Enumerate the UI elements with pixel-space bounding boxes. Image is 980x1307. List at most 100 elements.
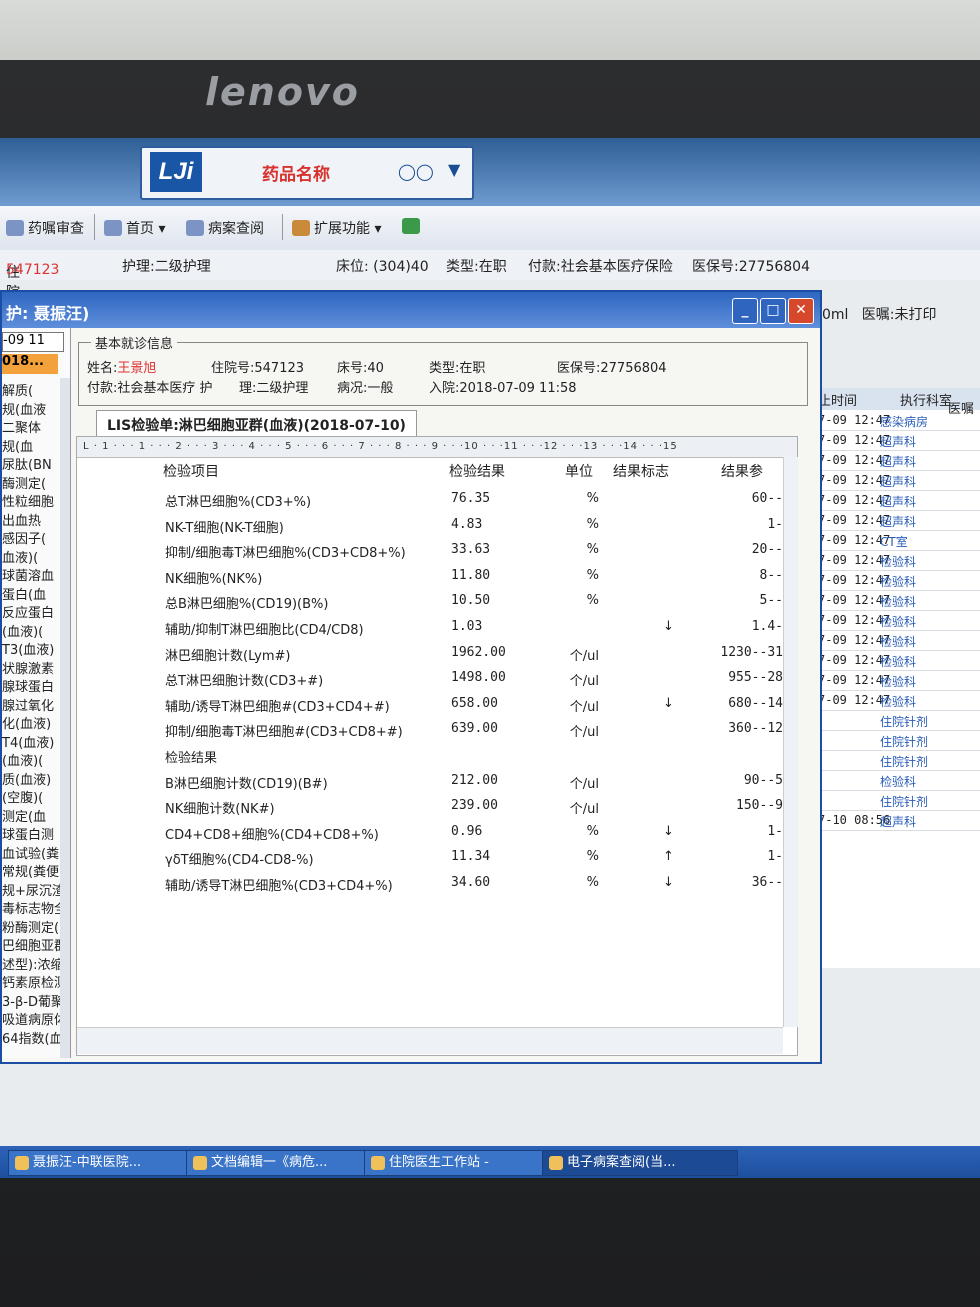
lab-list-item[interactable]: 球蛋白测 xyxy=(2,824,62,842)
cell-result: 1962.00 xyxy=(451,644,506,660)
tab-lis-report[interactable]: LIS检验单:淋巴细胞亚群(血液)(2018-07-10) xyxy=(96,410,417,439)
selected-lab-item[interactable]: 018... xyxy=(2,354,58,374)
maximize-button[interactable]: □ xyxy=(760,298,786,324)
lab-list-item[interactable]: 规+尿沉渣 xyxy=(2,880,62,898)
cell-flag: ↓ xyxy=(663,619,674,634)
cell-reference: 1- xyxy=(767,823,783,839)
lab-list-item[interactable]: 3-β-D葡聚 xyxy=(2,991,62,1009)
taskbar-item[interactable]: 文档编辑一《病危... xyxy=(186,1150,372,1176)
order-row[interactable]: 7-09 12:47 检验科 xyxy=(818,690,980,711)
lab-list-item[interactable]: T3(血液) xyxy=(2,639,62,657)
lab-list-item[interactable]: 蛋白(血 xyxy=(2,584,62,602)
lab-list-item[interactable]: 钙素原检测 xyxy=(2,972,62,990)
cell-unit: 个/ul xyxy=(569,648,599,664)
exit-icon[interactable] xyxy=(402,218,424,235)
order-row[interactable]: 住院针剂 xyxy=(818,710,980,731)
order-row[interactable]: 住院针剂 xyxy=(818,750,980,771)
puzzle-icon xyxy=(292,220,310,236)
vertical-scrollbar[interactable] xyxy=(783,457,798,1027)
taskbar-item[interactable]: 住院医生工作站 - xyxy=(364,1150,550,1176)
lab-list-item[interactable]: 腺球蛋白 xyxy=(2,676,62,694)
lab-list-item[interactable]: 血试验(粪 xyxy=(2,843,62,861)
lab-list-item[interactable]: 质(血液) xyxy=(2,769,62,787)
lab-list-item[interactable]: (血液)( xyxy=(2,621,62,639)
lab-list-item[interactable]: 球菌溶血 xyxy=(2,565,62,583)
order-row[interactable]: 7-09 12:47 检验科 xyxy=(818,650,980,671)
lab-list-item[interactable]: 性粒细胞 xyxy=(2,491,62,509)
drug-search-box[interactable]: LJi 药品名称 ◯◯ ▼ xyxy=(140,146,474,200)
lab-list-item[interactable]: 规(血 xyxy=(2,436,62,454)
lab-list-item[interactable]: 常规(粪便) xyxy=(2,861,62,879)
menu-item-home[interactable]: 首页 ▾ xyxy=(104,218,165,238)
menubar: 药嘱审查 首页 ▾ 病案查阅 扩展功能 ▾ xyxy=(0,206,980,251)
lab-list-item[interactable]: 巴细胞亚群 xyxy=(2,935,62,953)
order-row[interactable]: 7-09 12:47 超声科 xyxy=(818,470,980,491)
cell-item: 总T淋巴细胞计数(CD3+#) xyxy=(165,674,324,690)
lab-list-item[interactable]: 粉酶测定( xyxy=(2,917,62,935)
home-icon xyxy=(104,220,122,236)
order-row[interactable]: 7-09 12:47 超声科 xyxy=(818,490,980,511)
order-row[interactable]: 7-09 12:47 检验科 xyxy=(818,550,980,571)
report-document: L · 1 · · · 1 · · · 2 · · · 3 · · · 4 · … xyxy=(76,436,798,1056)
info-icon[interactable]: ◯◯ xyxy=(398,162,434,181)
lab-list-item[interactable]: 吸道病原体 xyxy=(2,1009,62,1027)
order-row[interactable]: 7-09 12:47 检验科 xyxy=(818,590,980,611)
cell-reference: 1- xyxy=(767,849,783,865)
lab-list-item[interactable]: 尿肽(BN xyxy=(2,454,62,472)
order-tab[interactable]: 医嘱 xyxy=(948,398,974,417)
lab-list-pane: -09 11 018... 解质(规(血液 二聚体 规(血 尿肽(BN 酶测定(性粒细胞… xyxy=(2,328,71,1058)
lab-list-item[interactable]: 述型):浓缩 xyxy=(2,954,62,972)
order-dept: 检验科 xyxy=(880,675,917,689)
vertical-scrollbar[interactable] xyxy=(60,378,70,1058)
lab-list-item[interactable]: 腺过氧化 xyxy=(2,695,62,713)
lab-list-item[interactable]: 64指数(血 xyxy=(2,1028,62,1046)
order-row[interactable]: 7-09 12:47 检验科 xyxy=(818,610,980,631)
order-row[interactable]: 住院针剂 xyxy=(818,790,980,811)
lab-list-item[interactable]: 规(血液 xyxy=(2,399,62,417)
menu-item-records[interactable]: 病案查阅 xyxy=(186,218,264,238)
lab-list-item[interactable]: 状腺激素 xyxy=(2,658,62,676)
lab-list-item[interactable]: 毒标志物全 xyxy=(2,898,62,916)
taskbar-item-active[interactable]: 电子病案查阅(当... xyxy=(542,1150,738,1176)
patient-name: 王景旭 xyxy=(117,361,157,376)
order-row[interactable]: 7-09 12:47 检验科 xyxy=(818,670,980,691)
lab-list-item[interactable]: 反应蛋白 xyxy=(2,602,62,620)
order-dept: 超声科 xyxy=(880,435,917,449)
lab-list-item[interactable]: 出血热 xyxy=(2,510,62,528)
drug-name-label: 药品名称 xyxy=(262,165,330,185)
dropdown-icon[interactable]: ▼ xyxy=(448,160,460,179)
order-row[interactable]: 7-09 12:47 检验科 xyxy=(818,630,980,651)
basic-info-group: 基本就诊信息 姓名:王景旭 住院号:547123 床号:40 类型:在职 医保号… xyxy=(78,333,808,406)
lab-list-item[interactable]: 感因子( xyxy=(2,528,62,546)
menu-item-review[interactable]: 药嘱审查 xyxy=(6,218,84,238)
order-row[interactable]: 7-09 12:47 超声科 xyxy=(818,430,980,451)
order-row[interactable]: 7-09 12:47 CT室 xyxy=(818,530,980,551)
order-dept: 检验科 xyxy=(880,575,917,589)
lab-list-item[interactable]: 血液)( xyxy=(2,547,62,565)
date-selector[interactable]: -09 11 xyxy=(2,332,64,352)
lab-list-item[interactable]: (空腹)( xyxy=(2,787,62,805)
lab-list-item[interactable]: 测定(血 xyxy=(2,806,62,824)
order-row[interactable]: 7-10 08:56 超声科 xyxy=(818,810,980,831)
lab-list-item[interactable]: 二聚体 xyxy=(2,417,62,435)
order-row[interactable]: 检验科 xyxy=(818,770,980,791)
order-row[interactable]: 7-09 12:47 超声科 xyxy=(818,510,980,531)
close-button[interactable]: ✕ xyxy=(788,298,814,324)
menu-separator xyxy=(94,214,95,240)
lab-list-item[interactable]: 酶测定( xyxy=(2,473,62,491)
lab-list-item[interactable]: T4(血液) xyxy=(2,732,62,750)
minimize-button[interactable]: _ xyxy=(732,298,758,324)
lab-list-item[interactable]: 解质( xyxy=(2,380,62,398)
menu-item-extensions[interactable]: 扩展功能 ▾ xyxy=(292,218,381,238)
lab-list-item[interactable]: (血液)( xyxy=(2,750,62,768)
lab-list-item[interactable]: 化(血液) xyxy=(2,713,62,731)
cell-unit: 个/ul xyxy=(569,776,599,792)
order-row[interactable]: 7-09 12:47 检验科 xyxy=(818,570,980,591)
cell-unit: % xyxy=(586,491,599,506)
taskbar-item[interactable]: 聂振汪-中联医院... xyxy=(8,1150,194,1176)
lab-report-content: 基本就诊信息 姓名:王景旭 住院号:547123 床号:40 类型:在职 医保号… xyxy=(72,328,812,1058)
cell-result: 1498.00 xyxy=(451,670,506,686)
order-row[interactable]: 7-09 12:47 超声科 xyxy=(818,450,980,471)
order-row[interactable]: 住院针剂 xyxy=(818,730,980,751)
horizontal-scrollbar[interactable] xyxy=(77,1027,783,1054)
